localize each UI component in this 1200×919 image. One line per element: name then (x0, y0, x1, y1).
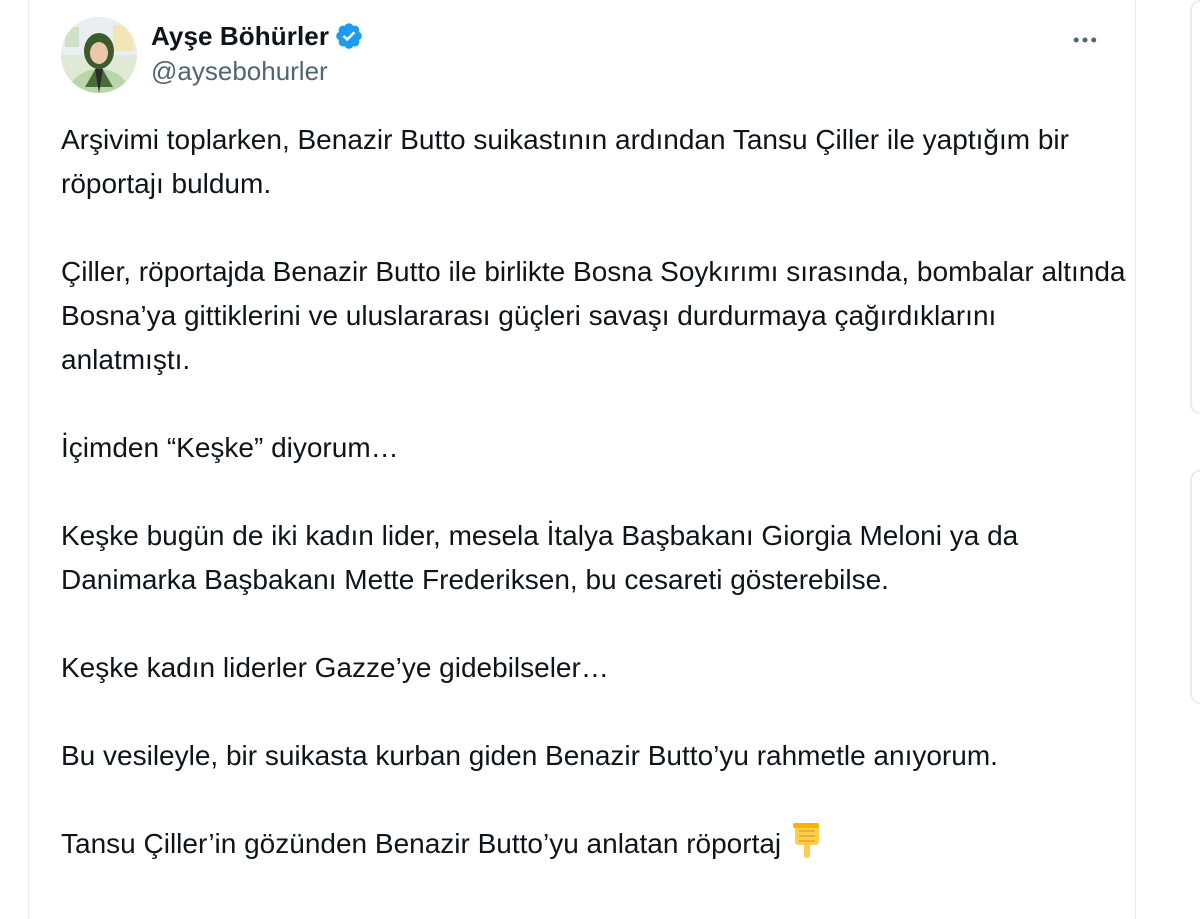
tweet-paragraph-7: Tansu Çiller’in gözünden Benazir Butto’y… (61, 822, 1131, 872)
tweet-paragraph-2: Çiller, röportajda Benazir Butto ile bir… (61, 256, 1126, 375)
tweet-paragraph-7-text: Tansu Çiller’in gözünden Benazir Butto’y… (61, 828, 782, 859)
side-panel-edge-bottom (1190, 470, 1200, 704)
page: Ayşe Böhürler @aysebohurler Arşivimi top… (0, 0, 1200, 919)
verified-badge-icon[interactable] (334, 21, 364, 51)
tweet-text: Arşivimi toplarken, Benazir Butto suikas… (61, 118, 1131, 872)
user-handle[interactable]: @aysebohurler (151, 56, 364, 87)
avatar[interactable] (61, 17, 137, 93)
avatar-image (61, 17, 137, 93)
backhand-index-pointing-down-icon (789, 823, 823, 872)
name-row: Ayşe Böhürler (151, 18, 364, 54)
user-name-block: Ayşe Böhürler @aysebohurler (151, 18, 364, 87)
tweet-article: Ayşe Böhürler @aysebohurler Arşivimi top… (28, 0, 1136, 919)
tweet-paragraph-3: İçimden “Keşke” diyorum… (61, 432, 399, 463)
tweet-header: Ayşe Böhürler @aysebohurler (61, 14, 1115, 94)
tweet-paragraph-5: Keşke kadın liderler Gazze’ye gidebilsel… (61, 652, 609, 683)
display-name[interactable]: Ayşe Böhürler (151, 21, 329, 52)
more-options-button[interactable] (1067, 22, 1103, 58)
tweet-paragraph-6: Bu vesileyle, bir suikasta kurban giden … (61, 740, 998, 771)
tweet-paragraph-1: Arşivimi toplarken, Benazir Butto suikas… (61, 124, 1069, 199)
more-horizontal-icon (1073, 37, 1097, 43)
tweet-paragraph-4: Keşke bugün de iki kadın lider, mesela İ… (61, 520, 1019, 595)
side-panel-edge-top (1190, 0, 1200, 414)
